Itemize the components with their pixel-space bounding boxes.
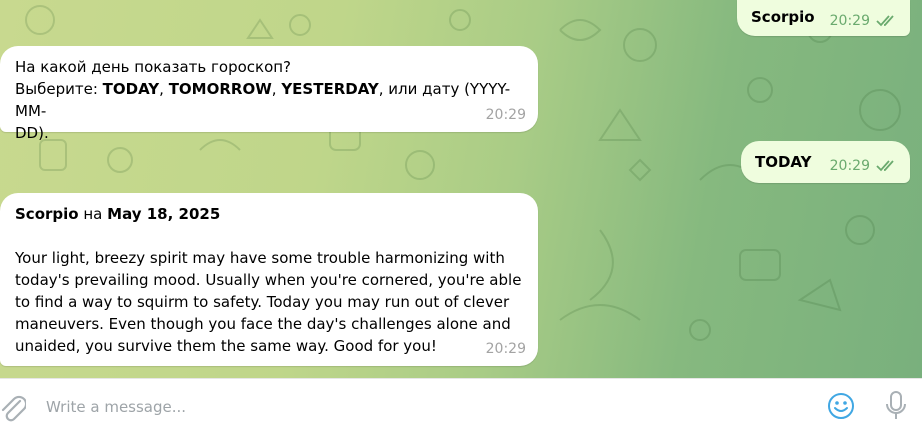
separator: ,: [271, 80, 282, 98]
horoscope-line: to find a way to squirm to safety. Today…: [15, 293, 510, 311]
paperclip-icon[interactable]: [0, 393, 26, 423]
message-time: 20:29: [829, 158, 870, 174]
horoscope-line: unaided, you survive them the same way. …: [15, 337, 437, 355]
message-meta: 20:29: [830, 10, 898, 32]
message-time: 20:29: [485, 341, 526, 357]
incoming-message-horoscope[interactable]: Scorpio на May 18, 2025 Your light, bree…: [0, 193, 538, 366]
message-composer: [0, 378, 922, 435]
double-check-icon: [876, 15, 894, 27]
separator: ,: [159, 80, 169, 98]
prompt-prefix: Выберите:: [15, 80, 103, 98]
double-check-icon: [876, 160, 894, 172]
prompt-line-2: Выберите: TODAY, TOMORROW, YESTERDAY, ил…: [15, 78, 524, 122]
smile-icon[interactable]: [826, 391, 856, 421]
option-tomorrow: TOMORROW: [168, 80, 272, 98]
message-time: 20:29: [829, 13, 870, 29]
prompt-line-3: DD).: [15, 124, 49, 142]
message-time: 20:29: [485, 107, 526, 123]
message-text: TODAY: [755, 153, 812, 171]
horoscope-on: на: [78, 205, 108, 223]
message-input[interactable]: [44, 391, 788, 423]
option-yesterday: YESTERDAY: [281, 80, 379, 98]
microphone-icon[interactable]: [884, 390, 908, 422]
prompt-line-1: На какой день показать гороскоп?: [15, 58, 292, 76]
option-today: TODAY: [102, 80, 160, 98]
chat-history[interactable]: Scorpio 20:29 На какой день показать гор…: [0, 0, 922, 378]
horoscope-line: Your light, breezy spirit may have some …: [15, 249, 505, 267]
outgoing-message-sign[interactable]: Scorpio 20:29: [737, 0, 910, 36]
incoming-message-prompt[interactable]: На какой день показать гороскоп? Выберит…: [0, 46, 538, 142]
horoscope-date: May 18, 2025: [107, 205, 221, 223]
horoscope-header: Scorpio на May 18, 2025: [15, 203, 524, 225]
outgoing-message-today[interactable]: TODAY 20:29: [741, 141, 910, 183]
horoscope-sign: Scorpio: [15, 205, 79, 223]
horoscope-line: today's prevailing mood. Usually when yo…: [15, 271, 522, 289]
horoscope-line: maneuvers. Even though you face the day'…: [15, 315, 511, 333]
message-text: Scorpio: [751, 8, 815, 26]
message-meta: 20:29: [830, 155, 898, 177]
